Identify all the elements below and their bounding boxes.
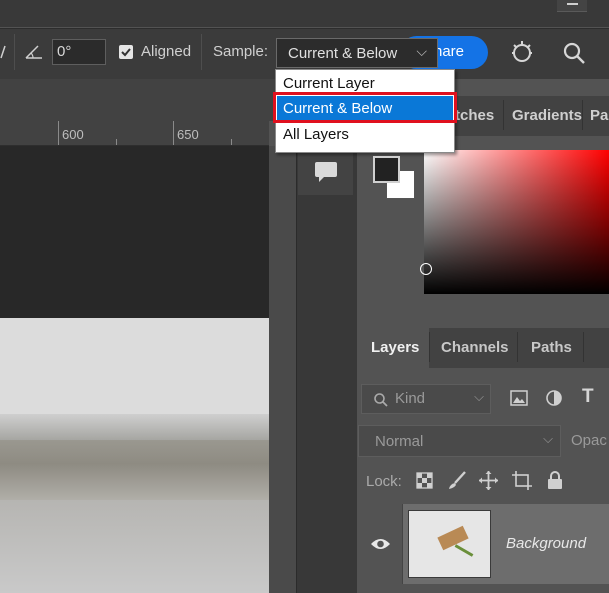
blend-mode-value: Normal bbox=[375, 433, 424, 450]
ruler-tick bbox=[173, 121, 174, 145]
tool-edge-icon bbox=[0, 45, 6, 59]
tab-swatches[interactable]: tches bbox=[455, 107, 494, 124]
color-picker-handle[interactable] bbox=[420, 263, 432, 275]
search-icon bbox=[374, 393, 388, 407]
kind-label: Kind bbox=[395, 390, 426, 407]
angle-input[interactable]: 0° bbox=[52, 39, 106, 65]
type-filter-icon[interactable]: T bbox=[582, 386, 594, 408]
foreground-color-swatch[interactable] bbox=[373, 156, 400, 183]
lock-artboard-icon[interactable] bbox=[511, 470, 533, 491]
document-image[interactable] bbox=[0, 318, 269, 593]
sample-select-value: Current & Below bbox=[288, 45, 398, 62]
document-tab-bar bbox=[0, 79, 296, 121]
ruler-label: 600 bbox=[62, 127, 84, 142]
blend-mode-select[interactable]: Normal ⌵ bbox=[358, 425, 561, 457]
divider bbox=[14, 34, 15, 70]
tab-patterns[interactable]: Pa bbox=[590, 107, 608, 124]
canvas-gutter bbox=[269, 146, 296, 593]
horizontal-ruler: 600 650 bbox=[0, 121, 269, 146]
divider bbox=[201, 34, 202, 70]
image-filter-icon[interactable] bbox=[510, 390, 528, 406]
ruler-tick bbox=[231, 139, 232, 145]
tab-gradients[interactable]: Gradients bbox=[512, 107, 582, 124]
lock-position-icon[interactable] bbox=[478, 470, 499, 491]
highlight-box bbox=[273, 92, 457, 123]
color-picker-field[interactable] bbox=[424, 150, 609, 294]
layer-kind-filter[interactable]: Kind ⌵ bbox=[361, 384, 491, 414]
eye-icon bbox=[371, 539, 390, 549]
canvas-pasteboard[interactable] bbox=[0, 146, 269, 318]
tab-layers[interactable]: Layers bbox=[371, 339, 419, 356]
layer-thumbnail bbox=[408, 510, 491, 578]
checkmark-icon bbox=[121, 48, 131, 57]
adjustment-filter-icon[interactable] bbox=[545, 389, 563, 407]
title-strip bbox=[0, 0, 609, 27]
comment-icon bbox=[315, 162, 337, 177]
aligned-label: Aligned bbox=[141, 43, 192, 60]
aligned-checkbox[interactable] bbox=[119, 45, 133, 59]
chevron-down-icon: ⌵ bbox=[474, 389, 484, 404]
minimize-icon bbox=[567, 3, 578, 5]
ruler-tick bbox=[116, 139, 117, 145]
lock-transparent-pixels-icon[interactable] bbox=[416, 472, 433, 489]
search-icon[interactable] bbox=[562, 41, 586, 65]
layer-visibility-toggle[interactable] bbox=[357, 504, 403, 584]
tab-channels[interactable]: Channels bbox=[441, 339, 509, 356]
chevron-down-icon: ⌵ bbox=[416, 43, 427, 59]
dropdown-option-all-layers[interactable]: All Layers bbox=[277, 122, 453, 146]
lock-image-pixels-icon[interactable] bbox=[447, 470, 467, 490]
angle-icon bbox=[25, 45, 42, 59]
sample-select[interactable]: Current & Below ⌵ bbox=[276, 38, 438, 68]
ruler-tick bbox=[58, 121, 59, 145]
tab-paths[interactable]: Paths bbox=[531, 339, 572, 356]
layer-name[interactable]: Background bbox=[506, 535, 586, 552]
ruler-label: 650 bbox=[177, 127, 199, 142]
opacity-label: Opac bbox=[571, 432, 607, 449]
sample-label: Sample: bbox=[213, 43, 269, 60]
settings-icon[interactable] bbox=[508, 38, 536, 66]
lock-all-icon[interactable] bbox=[547, 471, 563, 490]
chevron-down-icon: ⌵ bbox=[543, 431, 553, 446]
comments-button[interactable] bbox=[298, 150, 353, 195]
lock-label: Lock: bbox=[366, 473, 402, 490]
minimize-button[interactable] bbox=[557, 0, 587, 12]
